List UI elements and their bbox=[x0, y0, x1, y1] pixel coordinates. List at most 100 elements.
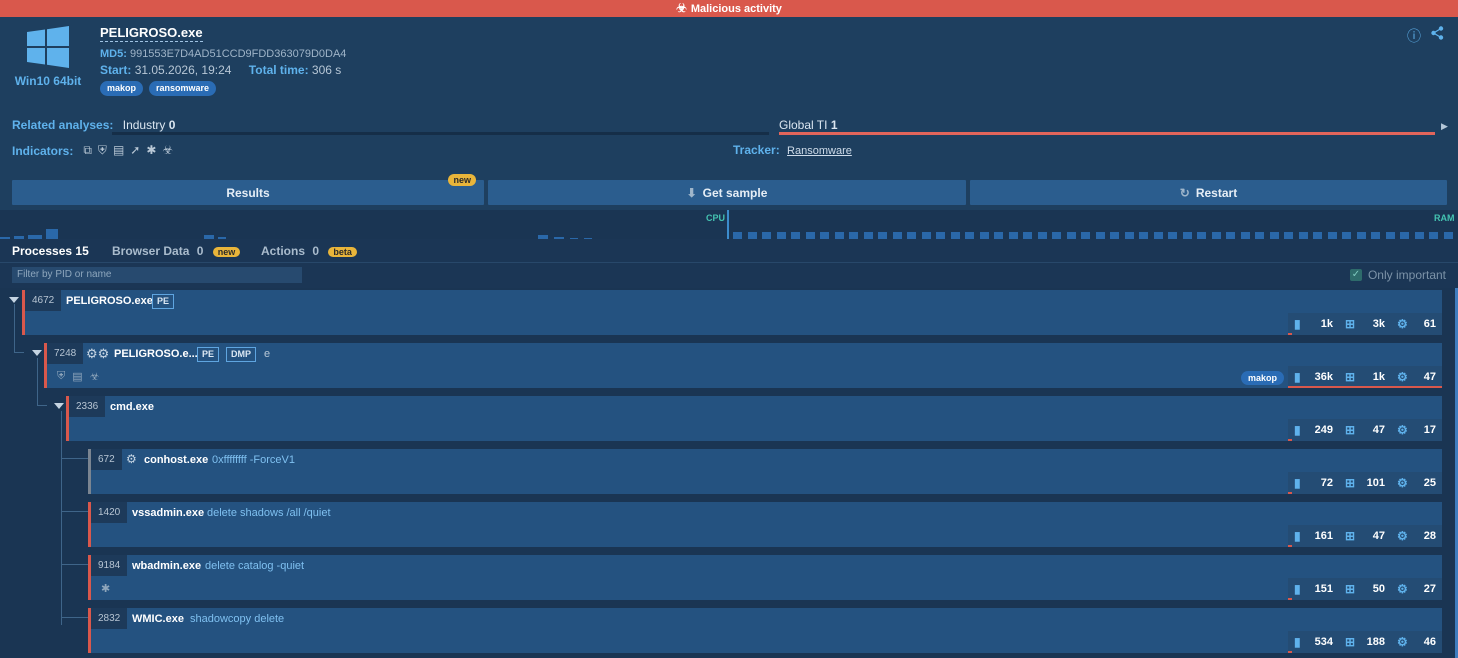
process-row[interactable]: 7248 ⚙⚙ PELIGROSO.e... PE DMP e ⛨ ▤ ☣ ma… bbox=[44, 343, 1442, 388]
chevron-right-icon[interactable]: ▶ bbox=[1441, 121, 1448, 132]
activity-underline bbox=[1288, 651, 1292, 653]
download-icon: ⬇ bbox=[686, 185, 697, 200]
tag-makop[interactable]: makop bbox=[1240, 371, 1284, 385]
get-sample-button[interactable]: ⬇ Get sample bbox=[488, 180, 966, 205]
tree-line bbox=[37, 358, 38, 406]
info-icon[interactable]: ⓘ bbox=[1407, 26, 1421, 46]
tag-list: makop ransomware bbox=[100, 81, 217, 96]
registry-icon: ⊞ bbox=[1345, 635, 1356, 649]
collapse-toggle-icon[interactable] bbox=[32, 350, 42, 356]
tracker-link[interactable]: Ransomware bbox=[787, 145, 852, 157]
process-name: vssadmin.exe bbox=[132, 507, 205, 519]
document-icon[interactable]: ▤ bbox=[113, 143, 124, 158]
ram-label: RAM bbox=[1434, 213, 1455, 223]
gears-icon: ⚙ bbox=[1397, 370, 1408, 384]
process-pid: 2336 bbox=[69, 396, 106, 417]
tree-line bbox=[61, 617, 88, 618]
process-row[interactable]: 4672 PELIGROSO.exe PE ▮ 1k ⊞ 3k ⚙ 61 bbox=[22, 290, 1442, 335]
process-row[interactable]: 1420 vssadmin.exe delete shadows /all /q… bbox=[88, 502, 1442, 547]
tree-line bbox=[61, 511, 88, 512]
bug-icon[interactable]: ✱ bbox=[146, 143, 156, 158]
process-stats: ▮ 36k ⊞ 1k ⚙ 47 bbox=[1288, 366, 1442, 388]
global-ti-label: Global TI bbox=[779, 118, 828, 132]
files-count: 151 bbox=[1314, 583, 1333, 595]
gear-search-icon: ⚙ bbox=[126, 452, 137, 466]
timeline-separator bbox=[727, 210, 729, 239]
industry-bar bbox=[112, 132, 769, 135]
ram-usage-bar bbox=[733, 232, 742, 239]
ram-usage-bar bbox=[1328, 232, 1337, 239]
gears-cluster-icon: ⚙⚙ bbox=[86, 346, 110, 361]
header-actions: ⓘ bbox=[1407, 26, 1444, 46]
activity-underline bbox=[1288, 333, 1292, 335]
pid-filter-input[interactable]: Filter by PID or name bbox=[12, 267, 302, 283]
activity-underline bbox=[1288, 439, 1292, 441]
windows-stack-icon[interactable]: ⧉ bbox=[83, 143, 92, 158]
process-row[interactable]: 2832 WMIC.exe shadowcopy delete ▮ 534 ⊞ 18… bbox=[88, 608, 1442, 653]
ram-usage-bar bbox=[1241, 232, 1250, 239]
registry-count: 50 bbox=[1372, 583, 1385, 595]
tab-processes[interactable]: Processes 15 bbox=[12, 244, 89, 258]
share-icon[interactable] bbox=[1431, 26, 1444, 40]
related-analyses: Related analyses: Industry 0 bbox=[12, 118, 175, 132]
dmp-badge: DMP bbox=[226, 347, 256, 362]
restart-button[interactable]: ↻ Restart bbox=[970, 180, 1447, 205]
md5-label: MD5: bbox=[100, 48, 127, 60]
only-important-label: Only important bbox=[1367, 268, 1446, 282]
files-count: 1k bbox=[1320, 318, 1333, 330]
ram-usage-bar bbox=[1197, 232, 1206, 239]
file-icon: ▮ bbox=[1294, 529, 1301, 543]
ram-usage-bar bbox=[965, 232, 974, 239]
global-ti-tab[interactable]: Global TI 1 bbox=[779, 118, 838, 132]
process-tabs: Processes 15 Browser Data 0 new Actions … bbox=[0, 239, 1458, 263]
tag-ransomware[interactable]: ransomware bbox=[149, 81, 217, 96]
process-row[interactable]: 9184 wbadmin.exe delete catalog -quiet ✱… bbox=[88, 555, 1442, 600]
biohazard-icon[interactable]: ☣ bbox=[90, 370, 100, 383]
process-name: WMIC.exe bbox=[132, 613, 184, 625]
collapse-toggle-icon[interactable] bbox=[9, 297, 19, 303]
process-pid: 672 bbox=[91, 449, 122, 470]
md5-row: MD5: 991553E7D4AD51CCD9FDD363079D0DA4 bbox=[100, 48, 346, 60]
file-icon: ▮ bbox=[1294, 317, 1301, 331]
shield-icon[interactable]: ⛨ bbox=[57, 370, 65, 383]
registry-count: 47 bbox=[1372, 424, 1385, 436]
tab-actions[interactable]: Actions 0 beta bbox=[261, 244, 357, 258]
ram-usage-bar bbox=[806, 232, 815, 239]
registry-icon: ⊞ bbox=[1345, 317, 1356, 331]
ram-usage-bar bbox=[791, 232, 800, 239]
document-icon[interactable]: ▤ bbox=[72, 370, 82, 383]
process-row[interactable]: 2336 cmd.exe ▮ 249 ⊞ 47 ⚙ 17 bbox=[66, 396, 1442, 441]
ram-usage-bar bbox=[1009, 232, 1018, 239]
process-row[interactable]: 672 ⚙ conhost.exe 0xffffffff -ForceV1 ▮ 7… bbox=[88, 449, 1442, 494]
tracker-label: Tracker: bbox=[733, 143, 780, 157]
registry-icon: ⊞ bbox=[1345, 423, 1356, 437]
process-name: conhost.exe bbox=[144, 454, 209, 466]
rocket-icon[interactable]: ➚ bbox=[130, 143, 140, 158]
modules-count: 46 bbox=[1423, 636, 1436, 648]
only-important-toggle[interactable]: ✓ Only important bbox=[1349, 268, 1446, 282]
registry-count: 3k bbox=[1372, 318, 1385, 330]
ram-usage-bar bbox=[748, 232, 757, 239]
ram-usage-bar bbox=[1125, 232, 1134, 239]
industry-tab[interactable]: Industry 0 bbox=[123, 118, 176, 132]
process-name: cmd.exe bbox=[110, 401, 155, 413]
ram-usage-bar bbox=[1415, 232, 1424, 239]
checkbox-icon[interactable]: ✓ bbox=[1349, 269, 1362, 281]
collapse-toggle-icon[interactable] bbox=[54, 403, 64, 409]
md5-value[interactable]: 991553E7D4AD51CCD9FDD363079D0DA4 bbox=[130, 48, 346, 60]
biohazard-icon[interactable]: ☣ bbox=[162, 143, 173, 158]
pe-badge: PE bbox=[152, 294, 175, 309]
process-indicators: ✱ bbox=[101, 582, 110, 595]
results-button[interactable]: Results new bbox=[12, 174, 484, 205]
start-label: Start: bbox=[100, 63, 132, 77]
bug-icon[interactable]: ✱ bbox=[101, 582, 110, 595]
file-name[interactable]: PELIGROSO.exe bbox=[100, 25, 203, 42]
total-time-label: Total time: bbox=[248, 63, 309, 77]
tag-makop[interactable]: makop bbox=[100, 81, 144, 96]
ram-usage-bar bbox=[1444, 232, 1453, 239]
gears-icon: ⚙ bbox=[1397, 476, 1408, 490]
tab-browser-data[interactable]: Browser Data 0 new bbox=[112, 244, 241, 258]
file-icon: ▮ bbox=[1294, 635, 1301, 649]
shield-icon[interactable]: ⛨ bbox=[98, 143, 107, 158]
ram-usage-bar bbox=[922, 232, 931, 239]
